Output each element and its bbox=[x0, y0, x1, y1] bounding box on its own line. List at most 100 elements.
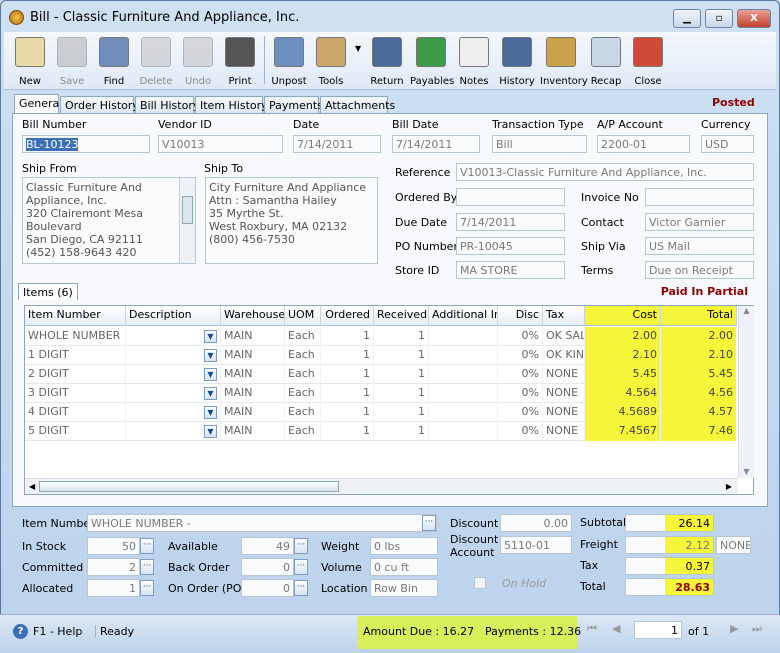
find-button[interactable]: Find bbox=[93, 34, 135, 88]
cell-total[interactable]: 4.57 bbox=[661, 403, 737, 422]
date-field[interactable]: 7/14/2011 bbox=[293, 135, 381, 153]
cell-received[interactable]: 1 bbox=[374, 384, 429, 403]
weight-field[interactable]: 0 lbs bbox=[370, 537, 438, 555]
cell-total[interactable]: 5.45 bbox=[661, 365, 737, 384]
tab-general[interactable]: General bbox=[14, 94, 62, 114]
prev-record-icon[interactable]: ◀ bbox=[612, 622, 620, 635]
cell-received[interactable]: 1 bbox=[374, 365, 429, 384]
cell-disc[interactable]: 0% bbox=[498, 346, 543, 365]
cell-uom[interactable]: Each bbox=[285, 346, 321, 365]
cell-total[interactable]: 4.56 bbox=[661, 384, 737, 403]
in-stock-field[interactable]: 50 bbox=[87, 537, 140, 555]
cell-warehouse[interactable]: MAIN bbox=[221, 346, 285, 365]
freight-field[interactable]: 2.12 bbox=[625, 536, 714, 554]
committed-lookup-icon[interactable]: ··· bbox=[140, 559, 154, 575]
invoice-no-field[interactable] bbox=[645, 188, 754, 206]
cell-additional-inf[interactable] bbox=[429, 327, 498, 346]
description-dropdown-icon[interactable]: ▼ bbox=[204, 387, 217, 400]
column-header-disc[interactable]: Disc bbox=[498, 306, 543, 326]
committed-field[interactable]: 2 bbox=[87, 558, 140, 576]
vendor-id-field[interactable]: V10013 bbox=[158, 135, 283, 153]
cell-ordered[interactable]: 1 bbox=[321, 384, 374, 403]
cell-tax[interactable]: NONE bbox=[543, 403, 585, 422]
cell-cost[interactable]: 2.10 bbox=[585, 346, 661, 365]
cell-received[interactable]: 1 bbox=[374, 346, 429, 365]
column-header-description[interactable]: Description bbox=[126, 306, 221, 326]
cell-warehouse[interactable]: MAIN bbox=[221, 403, 285, 422]
cell-ordered[interactable]: 1 bbox=[321, 403, 374, 422]
volume-field[interactable]: 0 cu ft bbox=[370, 558, 438, 576]
close-button[interactable]: X bbox=[737, 9, 771, 28]
back-order-lookup-icon[interactable]: ··· bbox=[294, 559, 308, 575]
cell-warehouse[interactable]: MAIN bbox=[221, 422, 285, 441]
cell-disc[interactable]: 0% bbox=[498, 365, 543, 384]
cell-item-number[interactable]: 5 DIGIT bbox=[25, 422, 126, 441]
recap-button[interactable]: Recap bbox=[585, 34, 627, 88]
tab-attachments[interactable]: Attachments bbox=[320, 96, 395, 114]
cell-uom[interactable]: Each bbox=[285, 327, 321, 346]
allocated-field[interactable]: 1 bbox=[87, 579, 140, 597]
po-number-field[interactable]: PR-10045 bbox=[456, 237, 565, 255]
available-field[interactable]: 49 bbox=[241, 537, 294, 555]
ship-from-scrollbar[interactable] bbox=[179, 178, 195, 263]
cell-additional-inf[interactable] bbox=[429, 365, 498, 384]
cell-received[interactable]: 1 bbox=[374, 403, 429, 422]
bill-number-field[interactable]: BL-10123 bbox=[22, 135, 150, 153]
cell-cost[interactable]: 4.564 bbox=[585, 384, 661, 403]
contact-field[interactable]: Victor Garnier bbox=[645, 213, 754, 231]
cell-disc[interactable]: 0% bbox=[498, 422, 543, 441]
first-record-icon[interactable]: ⏮ bbox=[587, 622, 597, 636]
cell-item-number[interactable]: 3 DIGIT bbox=[25, 384, 126, 403]
cell-tax[interactable]: NONE bbox=[543, 384, 585, 403]
on-order-field[interactable]: 0 bbox=[241, 579, 294, 597]
description-dropdown-icon[interactable]: ▼ bbox=[204, 425, 217, 438]
transaction-type-field[interactable]: Bill bbox=[492, 135, 587, 153]
store-id-field[interactable]: MA STORE bbox=[456, 261, 565, 279]
ship-via-field[interactable]: US Mail bbox=[645, 237, 754, 255]
column-header-cost[interactable]: Cost bbox=[585, 306, 661, 326]
payables-button[interactable]: Payables bbox=[410, 34, 454, 88]
help-label[interactable]: F1 - Help bbox=[33, 625, 82, 638]
close-button[interactable]: Close bbox=[627, 34, 669, 88]
available-lookup-icon[interactable]: ··· bbox=[294, 538, 308, 554]
freight-tax-code-field[interactable]: NONE bbox=[716, 536, 751, 554]
tab-payments[interactable]: Payments bbox=[264, 96, 323, 114]
cell-received[interactable]: 1 bbox=[374, 327, 429, 346]
page-number-field[interactable]: 1 bbox=[634, 621, 682, 639]
cell-item-number[interactable]: 2 DIGIT bbox=[25, 365, 126, 384]
discount-account-field[interactable]: 5110-01 bbox=[500, 536, 572, 554]
tools-button[interactable]: Tools bbox=[310, 34, 352, 88]
cell-item-number[interactable]: WHOLE NUMBER bbox=[25, 327, 126, 346]
reference-field[interactable]: V10013-Classic Furniture And Appliance, … bbox=[456, 163, 754, 181]
cell-uom[interactable]: Each bbox=[285, 403, 321, 422]
tab-items[interactable]: Items (6) bbox=[18, 283, 78, 300]
column-header-uom[interactable]: UOM bbox=[285, 306, 321, 326]
cell-received[interactable]: 1 bbox=[374, 422, 429, 441]
description-dropdown-icon[interactable]: ▼ bbox=[204, 330, 217, 343]
cell-tax[interactable]: OK SALES bbox=[543, 327, 585, 346]
column-header-additional-inf[interactable]: Additional Inf bbox=[429, 306, 498, 326]
cell-disc[interactable]: 0% bbox=[498, 384, 543, 403]
cell-warehouse[interactable]: MAIN bbox=[221, 365, 285, 384]
grid-vertical-scrollbar[interactable]: ▲ ▼ bbox=[738, 306, 754, 478]
notes-button[interactable]: Notes bbox=[453, 34, 495, 88]
tab-bill-history[interactable]: Bill History bbox=[135, 96, 199, 114]
cell-tax[interactable]: NONE bbox=[543, 422, 585, 441]
location-field[interactable]: Row Bin bbox=[370, 579, 438, 597]
cell-warehouse[interactable]: MAIN bbox=[221, 384, 285, 403]
next-record-icon[interactable]: ▶ bbox=[730, 622, 738, 635]
column-header-ordered[interactable]: Ordered bbox=[321, 306, 374, 326]
cell-total[interactable]: 2.10 bbox=[661, 346, 737, 365]
column-header-received[interactable]: Received bbox=[374, 306, 429, 326]
cell-cost[interactable]: 5.45 bbox=[585, 365, 661, 384]
cell-cost[interactable]: 4.5689 bbox=[585, 403, 661, 422]
cell-item-number[interactable]: 1 DIGIT bbox=[25, 346, 126, 365]
ship-from-address[interactable]: Classic Furniture And Appliance, Inc. 32… bbox=[22, 177, 196, 264]
column-header-tax[interactable]: Tax bbox=[543, 306, 585, 326]
tab-order-history[interactable]: Order History bbox=[60, 96, 139, 114]
item-number-field[interactable]: WHOLE NUMBER - bbox=[87, 514, 437, 532]
description-dropdown-icon[interactable]: ▼ bbox=[204, 349, 217, 362]
cell-total[interactable]: 2.00 bbox=[661, 327, 737, 346]
column-header-item-number[interactable]: Item Number bbox=[25, 306, 126, 326]
discount-field[interactable]: 0.00 bbox=[500, 514, 572, 532]
